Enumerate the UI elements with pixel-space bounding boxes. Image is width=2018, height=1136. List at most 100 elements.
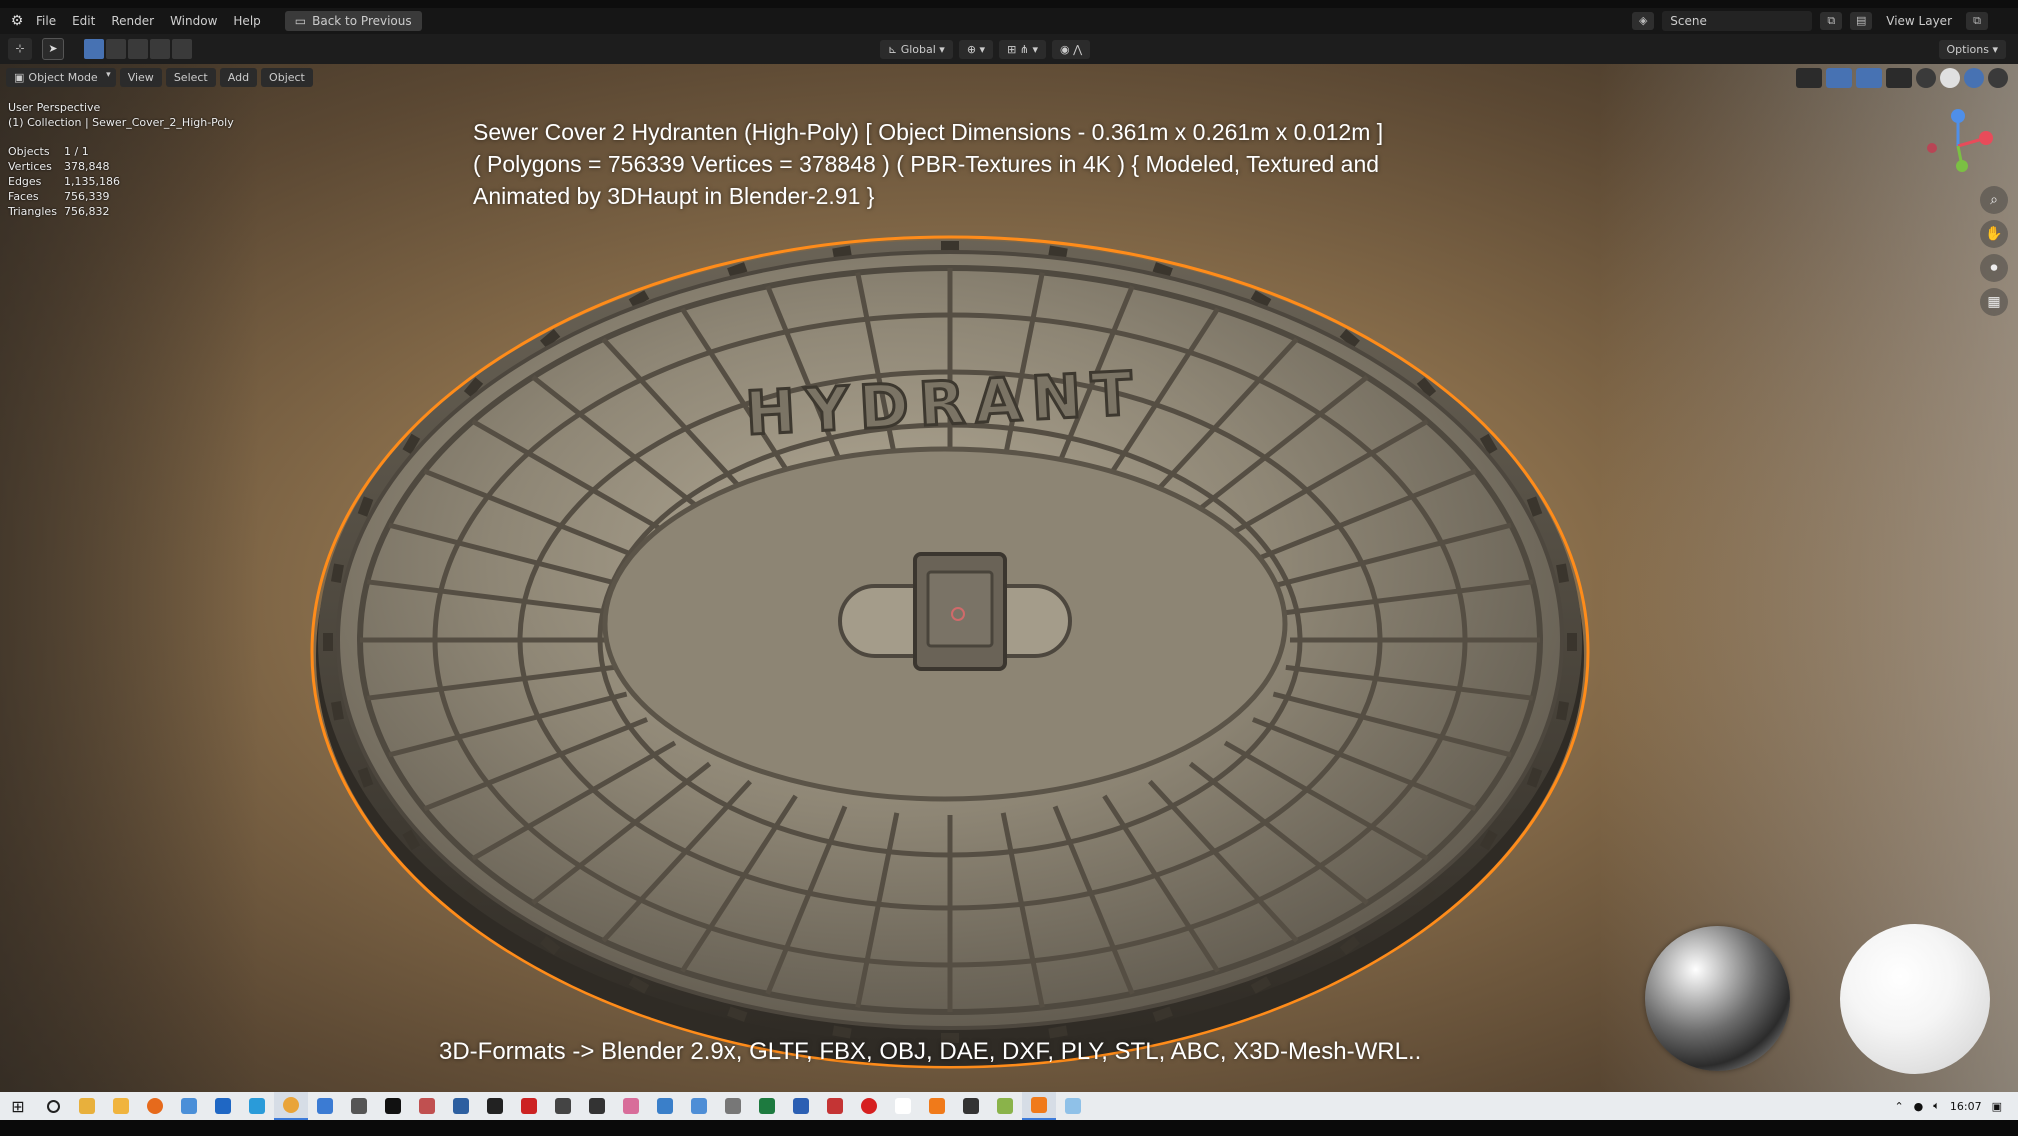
stats-label: Faces	[8, 190, 39, 203]
gizmo-toggle-icon[interactable]	[1826, 68, 1852, 88]
info-line-1: Sewer Cover 2 Hydranten (High-Poly) [ Ob…	[473, 119, 1384, 145]
unity-icon[interactable]	[376, 1092, 410, 1120]
chrome-icon[interactable]	[274, 1092, 308, 1120]
unity-hub-icon[interactable]	[478, 1092, 512, 1120]
select-menu[interactable]: Select	[165, 68, 216, 87]
notepad-icon-2[interactable]	[886, 1092, 920, 1120]
object-mode-dropdown[interactable]: ▣ Object Mode	[6, 68, 116, 87]
camera-view-icon[interactable]: ⏺	[1980, 254, 2008, 282]
opera-icon[interactable]	[852, 1092, 886, 1120]
hdri-diffuse-sphere	[1840, 924, 1990, 1074]
gizmo-y-icon[interactable]	[1956, 160, 1968, 172]
formats-overlay-text: 3D-Formats -> Blender 2.9x, GLTF, FBX, O…	[439, 1038, 1422, 1065]
folder-icon-glyph	[113, 1098, 129, 1114]
options-dropdown[interactable]: Options ▾	[1938, 39, 2006, 59]
rim-notch	[941, 241, 959, 251]
3d-viewport[interactable]: ▣ Object Mode View Select Add Object Use…	[0, 64, 2018, 1092]
inkscape-icon[interactable]	[444, 1092, 478, 1120]
word-icon[interactable]	[784, 1092, 818, 1120]
gizmo-z-icon[interactable]	[1951, 109, 1965, 123]
notepad-icon[interactable]	[172, 1092, 206, 1120]
new-view-layer-icon[interactable]: ⧉	[1966, 12, 1988, 30]
select-difference-mode-icon[interactable]	[150, 39, 170, 59]
pan-hand-icon[interactable]: ✋	[1980, 220, 2008, 248]
file-explorer-icon[interactable]	[70, 1092, 104, 1120]
xray-toggle-icon[interactable]	[1886, 68, 1912, 88]
windows-start-icon[interactable]: ⊞	[0, 1092, 36, 1120]
back-to-previous-button[interactable]: ▭ Back to Previous	[284, 11, 422, 31]
app-icon-glyph	[351, 1098, 367, 1114]
stats-value: 1,135,186	[64, 175, 120, 188]
menu-edit[interactable]: Edit	[64, 14, 103, 28]
navigation-gizmo[interactable]	[1916, 104, 2000, 188]
orientation-dropdown[interactable]: ⊾ Global ▾	[880, 39, 953, 59]
notifications-icon[interactable]: ▣	[1992, 1100, 2002, 1113]
acrobat-icon-glyph	[521, 1098, 537, 1114]
select-subtract-mode-icon[interactable]	[128, 39, 148, 59]
editor-type-icon[interactable]: ⊹	[8, 38, 32, 60]
taskbar-apps	[36, 1092, 1090, 1120]
proportional-edit-toggle[interactable]: ◉ ⋀	[1052, 39, 1091, 59]
menu-window[interactable]: Window	[162, 14, 225, 28]
visibility-icon[interactable]	[1796, 68, 1822, 88]
excel-icon[interactable]	[750, 1092, 784, 1120]
menu-help[interactable]: Help	[225, 14, 268, 28]
view-layer-icon[interactable]: ▤	[1850, 12, 1873, 30]
select-extend-mode-icon[interactable]	[106, 39, 126, 59]
search-icon[interactable]	[36, 1092, 70, 1120]
select-intersect-mode-icon[interactable]	[172, 39, 192, 59]
clock-label[interactable]: 16:07	[1950, 1100, 1982, 1113]
snap-toggle[interactable]: ⊞ ⋔ ▾	[999, 39, 1047, 59]
wireframe-shading-icon[interactable]	[1916, 68, 1936, 88]
overlay-toggle-icon[interactable]	[1856, 68, 1882, 88]
app-icon[interactable]	[342, 1092, 376, 1120]
volume-icon[interactable]: 🔈︎	[1933, 1099, 1940, 1113]
blender-logo-icon[interactable]: ⚙	[6, 13, 28, 29]
select-tool-icon[interactable]: ➤	[42, 38, 64, 60]
view-layer-field[interactable]: View Layer	[1880, 14, 1958, 28]
new-scene-icon[interactable]: ⧉	[1820, 12, 1843, 30]
scene-selector-icon[interactable]: ◈	[1632, 12, 1655, 30]
folder-icon[interactable]	[104, 1092, 138, 1120]
acrobat-icon[interactable]	[512, 1092, 546, 1120]
rendered-shading-icon[interactable]	[1988, 68, 2008, 88]
firefox-icon[interactable]	[138, 1092, 172, 1120]
solid-shading-icon[interactable]	[1940, 68, 1960, 88]
material-preview-shading-icon[interactable]	[1964, 68, 1984, 88]
gizmo-x-icon[interactable]	[1979, 131, 1993, 145]
network-icon[interactable]: ●	[1914, 1100, 1924, 1113]
zoom-icon[interactable]: ⌕	[1980, 186, 2008, 214]
menu-render[interactable]: Render	[103, 14, 162, 28]
stats-label: Triangles	[8, 205, 57, 218]
blender-icon[interactable]	[920, 1092, 954, 1120]
terminal-icon[interactable]	[954, 1092, 988, 1120]
perspective-grid-icon[interactable]: ▦	[1980, 288, 2008, 316]
app-icon-5[interactable]	[818, 1092, 852, 1120]
calculator-icon[interactable]	[648, 1092, 682, 1120]
terminal-icon-glyph	[963, 1098, 979, 1114]
menu-file[interactable]: File	[28, 14, 64, 28]
skype-icon[interactable]	[240, 1092, 274, 1120]
object-menu[interactable]: Object	[261, 68, 313, 87]
gizmo-neg-x-icon[interactable]	[1927, 143, 1937, 153]
tray-chevron-icon[interactable]: ⌃	[1894, 1100, 1903, 1113]
image-viewer-icon[interactable]	[1056, 1092, 1090, 1120]
outlook-icon[interactable]	[206, 1092, 240, 1120]
app-icon-3[interactable]	[682, 1092, 716, 1120]
add-menu[interactable]: Add	[219, 68, 258, 87]
blender-active-icon[interactable]	[1022, 1092, 1056, 1120]
store-icon[interactable]	[308, 1092, 342, 1120]
app-icon-4[interactable]	[716, 1092, 750, 1120]
obs-icon[interactable]	[580, 1092, 614, 1120]
select-new-mode-icon[interactable]	[84, 39, 104, 59]
app-icon-6[interactable]	[988, 1092, 1022, 1120]
gimp-icon[interactable]	[410, 1092, 444, 1120]
image-viewer-icon-glyph	[1065, 1098, 1081, 1114]
view-menu[interactable]: View	[119, 68, 162, 87]
sewer-cover-model[interactable]: HYDRANT	[150, 184, 1800, 1084]
blender-active-icon-glyph	[1031, 1097, 1047, 1113]
pivot-dropdown[interactable]: ⊕ ▾	[958, 39, 994, 59]
scene-field[interactable]: Scene	[1662, 11, 1813, 31]
app-icon-2[interactable]	[546, 1092, 580, 1120]
paint-icon[interactable]	[614, 1092, 648, 1120]
